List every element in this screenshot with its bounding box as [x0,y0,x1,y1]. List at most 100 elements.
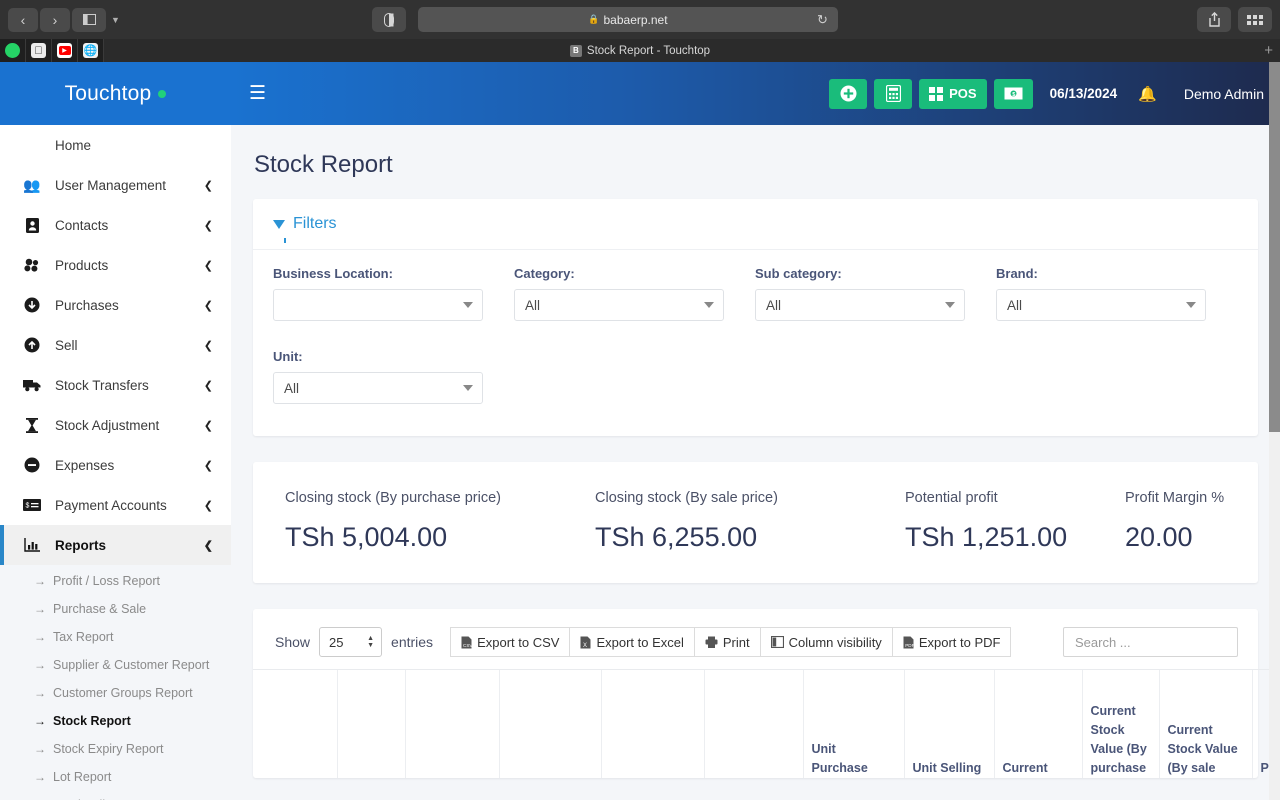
calculator-icon [885,85,901,102]
sidebar-subitem-supplier-customer-report[interactable]: → Supplier & Customer Report [0,651,231,679]
column-header[interactable] [253,669,337,778]
active-tab[interactable]: B Stock Report - Touchtop [0,44,1280,57]
sidebar-subitem-purchase-sale[interactable]: → Purchase & Sale [0,595,231,623]
shield-icon [383,12,394,27]
column-header[interactable] [336,669,405,778]
svg-text:X: X [583,643,587,649]
summary-closing-stock-sale: Closing stock (By sale price) TSh 6,255.… [595,490,905,553]
filter-icon [273,219,286,243]
tab-overview-button[interactable] [1238,7,1272,32]
url-text: babaerp.net [603,12,668,27]
sidebar-item-label: Home [55,137,92,153]
pos-button[interactable]: POS [919,78,987,109]
reader-view-button[interactable] [371,7,406,32]
user-menu[interactable]: Demo Admin [1184,86,1264,102]
sidebar-item-stock-adjustment[interactable]: Stock Adjustment ❮ [0,405,231,445]
page-content: Stock Report Filters Business Location: [231,125,1280,800]
chevron-down-icon[interactable]: ▼ [111,15,120,25]
filter-sub-category: Sub category: All [755,266,965,321]
sidebar-item-label: Contacts [55,217,109,233]
filters-header[interactable]: Filters [253,199,1258,250]
calculator-button[interactable] [874,78,913,109]
column-header-unit-selling[interactable]: Unit Selling [903,669,994,778]
column-header[interactable] [498,669,601,778]
filters-title: Filters [273,215,1238,243]
button-label: Export to CSV [477,634,560,650]
back-button[interactable]: ‹ [8,7,38,32]
sidebar-subitem-stock-report[interactable]: → Stock Report [0,707,231,735]
sidebar-item-label: Purchases [55,297,119,313]
add-button[interactable] [829,78,868,109]
current-date: 06/13/2024 [1049,86,1118,101]
page-size-select[interactable]: 25 ▲ ▼ [319,627,383,657]
page-scrollbar[interactable] [1269,62,1280,800]
arrow-right-icon: → [34,714,46,728]
column-header[interactable] [404,669,499,778]
sidebar-subitem-profit-loss-report[interactable]: → Profit / Loss Report [0,567,231,595]
column-header-current-stock-value-purchase[interactable]: Current Stock Value (By purchase [1081,669,1159,778]
sidebar-item-stock-transfers[interactable]: Stock Transfers ❮ [0,365,231,405]
export-pdf-button[interactable]: PDF Export to PDF [892,627,1012,657]
table-toolbar: Show 25 ▲▼ entries CSV Export to CSV X [253,609,1258,669]
print-button[interactable]: Print [694,627,761,657]
money-bill-icon: $ [22,499,42,511]
sidebar-subitem-lot-report[interactable]: → Lot Report [0,763,231,791]
scrollbar-thumb[interactable] [1269,62,1280,432]
search-input[interactable]: Search ... [1063,627,1238,657]
app-root: Touchtop Home 👥 User Management ❮ Contac… [0,62,1280,800]
sidebar-item-sell[interactable]: Sell ❮ [0,325,231,365]
brand-select[interactable]: All [996,289,1206,321]
filter-label: Sub category: [755,266,842,281]
filter-category: Category: All [514,266,724,321]
button-label: Print [722,634,750,650]
tab-favicon: B [569,44,582,57]
sidebar-item-home[interactable]: Home [0,125,231,165]
export-excel-button[interactable]: X Export to Excel [570,627,695,657]
export-csv-button[interactable]: CSV Export to CSV [450,627,571,657]
brand-logo[interactable]: Touchtop [0,62,231,125]
bell-icon[interactable]: 🔔 [1138,85,1157,103]
boxes-icon [22,258,42,272]
reload-button[interactable]: ↻ [817,12,828,28]
file-csv-icon: CSV [461,636,472,648]
sidebar-item-contacts[interactable]: Contacts ❮ [0,205,231,245]
sidebar-item-label: Stock Adjustment [55,417,160,433]
share-button[interactable] [1197,7,1231,32]
pos-button-label: POS [949,86,977,101]
column-header[interactable] [703,669,803,778]
column-header-unit-purchase[interactable]: Unit Purchase [802,669,904,778]
grid-icon [1247,14,1263,25]
sidebar-item-products[interactable]: Products ❮ [0,245,231,285]
sidebar-subitem-customer-groups-report[interactable]: → Customer Groups Report [0,679,231,707]
column-header-current[interactable]: Current [993,669,1082,778]
sidebar-item-expenses[interactable]: Expenses ❮ [0,445,231,485]
sidebar-subitem-tax-report[interactable]: → Tax Report [0,623,231,651]
unit-select[interactable]: All [273,372,483,404]
address-bar[interactable]: 🔒 babaerp.net ↻ [417,7,838,32]
sidebar-subitem-stock-expiry-report[interactable]: → Stock Expiry Report [0,735,231,763]
column-visibility-button[interactable]: Column visibility [760,627,893,657]
business-location-select[interactable] [273,289,483,321]
cash-button[interactable]: $ [993,78,1033,109]
reports-submenu: → Profit / Loss Report → Purchase & Sale… [0,565,231,800]
new-tab-button[interactable]: + [1264,42,1280,59]
menu-toggle-button[interactable]: ☰ [249,84,266,103]
sidebar-toggle-button[interactable] [72,7,106,32]
sidebar-item-user-management[interactable]: 👥 User Management ❮ [0,165,231,205]
category-select[interactable]: All [514,289,724,321]
svg-text:CSV: CSV [463,643,472,648]
sidebar-item-payment-accounts[interactable]: $ Payment Accounts ❮ [0,485,231,525]
sidebar-item-reports[interactable]: Reports ❮ [0,525,231,565]
sub-category-select[interactable]: All [755,289,965,321]
sidebar-subitem-stock-adjustment-report[interactable]: → Stock Adjustment Report [0,791,231,800]
sidebar-item-purchases[interactable]: Purchases ❮ [0,285,231,325]
column-header-current-stock-value-sale[interactable]: Current Stock Value (By sale [1158,669,1252,778]
forward-button[interactable]: › [40,7,70,32]
filter-label: Category: [514,266,575,281]
sidebar-subitem-label: Supplier & Customer Report [53,658,210,672]
status-dot-icon [158,89,167,98]
show-label: Show [275,634,311,650]
sidebar-subitem-label: Stock Report [53,714,131,728]
arrow-right-icon: → [34,602,46,616]
column-header[interactable] [600,669,704,778]
